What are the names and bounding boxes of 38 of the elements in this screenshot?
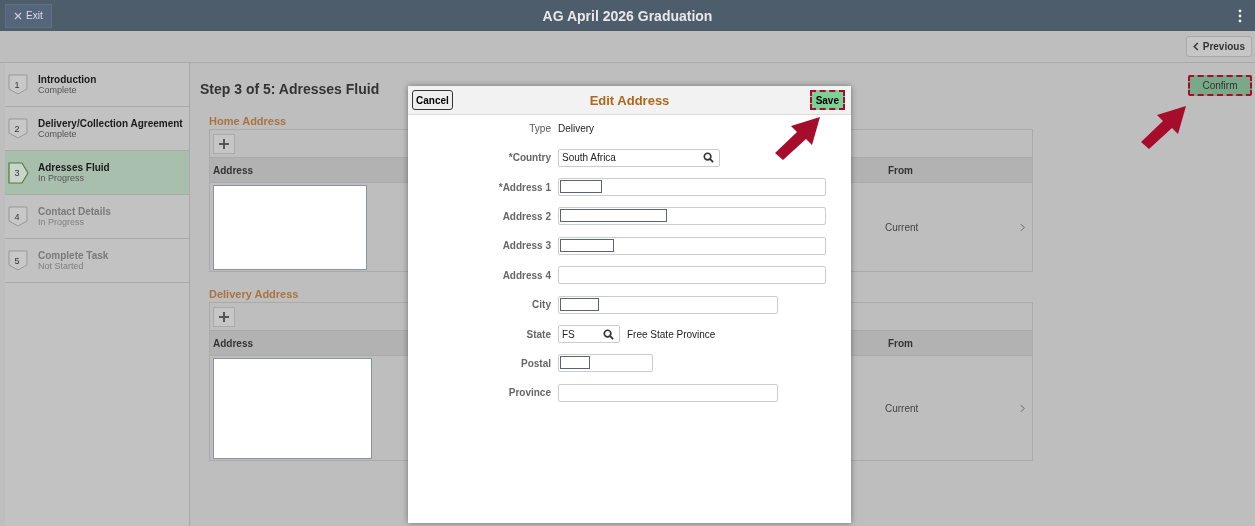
- column-header: From: [887, 337, 913, 349]
- section-title: Home Address: [209, 115, 288, 127]
- window-title: AG April 2026 Graduation: [542, 7, 713, 24]
- field-label: *Country: [507, 152, 551, 164]
- table-cell: Current: [885, 402, 919, 414]
- step-number-badge: 4: [8, 205, 30, 228]
- step-status: Not Started: [38, 261, 85, 271]
- step-title: Adresses Fluid: [38, 162, 110, 173]
- column-header: From: [887, 164, 913, 176]
- step-status: Complete: [38, 85, 78, 95]
- field-label: Type: [528, 122, 551, 134]
- dialog-title: Edit Address: [589, 92, 670, 108]
- section-title: Delivery Address: [209, 288, 300, 300]
- step-number-badge: 1: [8, 73, 30, 96]
- step-title: Introduction: [38, 74, 97, 85]
- step-status: Complete: [38, 129, 77, 139]
- step-number-badge: 3: [8, 161, 30, 184]
- step-number-badge: 5: [8, 249, 30, 272]
- field-description: Free State Province: [627, 328, 716, 340]
- table-cell: Current: [885, 221, 919, 233]
- column-header: Address: [212, 164, 253, 176]
- field-label: Province: [507, 387, 551, 399]
- step-status: In Progress: [38, 173, 86, 183]
- column-header: Address: [212, 337, 253, 349]
- step-title: Contact Details: [38, 206, 111, 217]
- field-label: Address 2: [501, 210, 551, 222]
- page-title: Step 3 of 5: Adresses Fluid: [200, 81, 380, 97]
- field-value: Delivery: [558, 122, 595, 134]
- field-label: Address 4: [501, 269, 551, 281]
- field-label: Address 3: [501, 240, 551, 252]
- field-label: City: [531, 299, 551, 311]
- field-label: State: [525, 328, 551, 340]
- step-title: Delivery/Collection Agreement: [38, 118, 183, 129]
- field-label: *Address 1: [497, 181, 551, 193]
- step-title: Complete Task: [38, 250, 109, 261]
- step-number-badge: 2: [8, 117, 30, 140]
- step-status: In Progress: [38, 217, 86, 227]
- field-label: Postal: [520, 357, 551, 369]
